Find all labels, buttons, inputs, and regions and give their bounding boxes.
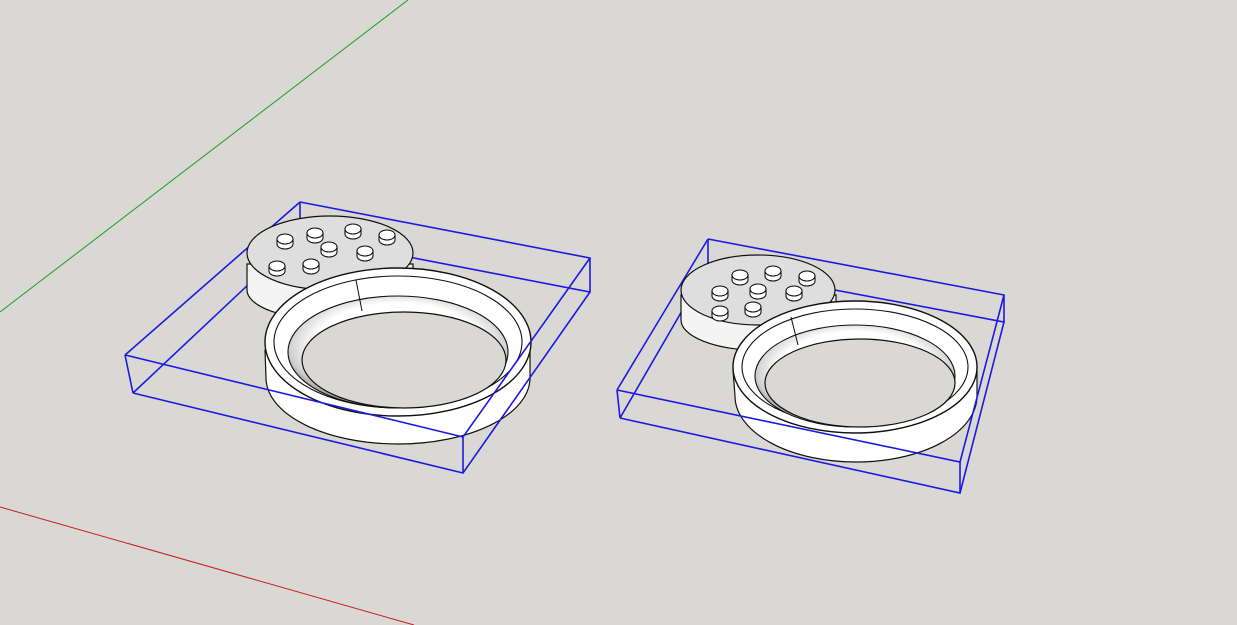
stud (276, 233, 294, 250)
stud (731, 269, 749, 286)
stud (302, 258, 320, 275)
stud (764, 265, 782, 282)
stud (306, 227, 324, 244)
ring-2[interactable] (732, 300, 978, 463)
stud (320, 241, 338, 258)
model-object-2[interactable] (616, 238, 1005, 494)
red-axis (0, 506, 415, 625)
stud (344, 223, 362, 240)
stud (749, 283, 767, 300)
stud (711, 305, 729, 322)
stud (356, 245, 374, 262)
modeling-viewport[interactable] (0, 0, 1237, 625)
ring-1[interactable] (264, 267, 532, 445)
stud (268, 260, 286, 277)
stud (798, 270, 816, 287)
stud (378, 229, 396, 246)
stud (744, 301, 762, 318)
stud (711, 285, 729, 302)
stud (785, 285, 803, 302)
model-object-1[interactable] (124, 201, 591, 474)
